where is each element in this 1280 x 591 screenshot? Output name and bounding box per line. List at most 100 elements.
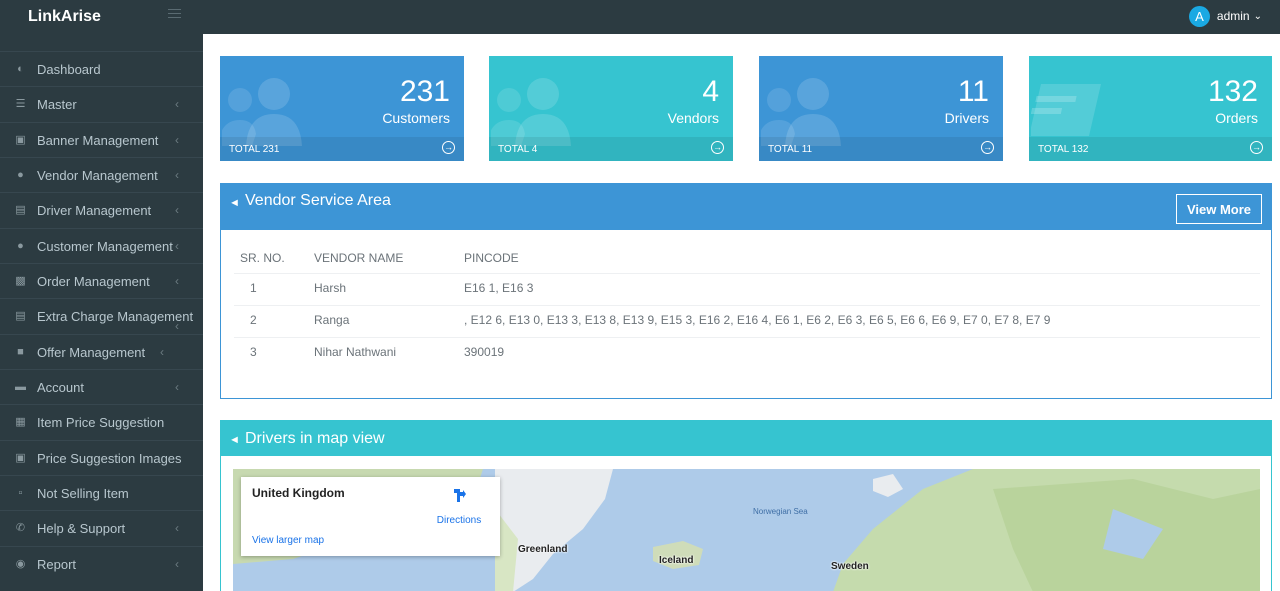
grid-icon: ▦: [15, 416, 26, 428]
brand-area: LinkArise: [0, 0, 203, 34]
stat-footer[interactable]: TOTAL 132 →: [1029, 137, 1272, 161]
user-icon: ●: [17, 169, 24, 181]
sidebar-toggle-icon[interactable]: [168, 9, 181, 21]
gift-icon: ■: [17, 346, 24, 358]
chevron-left-icon: ‹: [175, 239, 179, 253]
brand-logo[interactable]: LinkArise: [28, 8, 101, 26]
map-label-norwegian-sea: Norwegian Sea: [753, 507, 808, 516]
list-icon: ☰: [15, 98, 26, 110]
sidebar-item-not-selling-item[interactable]: ▫ Not Selling Item: [0, 475, 203, 510]
sidebar-item-offer-management[interactable]: ■ Offer Management ‹: [0, 334, 203, 369]
sidebar-item-label: Customer Management: [37, 239, 173, 254]
stat-number: 4: [702, 75, 719, 108]
sidebar-item-master[interactable]: ☰ Master ‹: [0, 86, 203, 121]
stat-footer-text: TOTAL 132: [1038, 144, 1089, 155]
chevron-left-icon: ‹: [175, 557, 179, 571]
stat-footer[interactable]: TOTAL 4 →: [489, 137, 733, 161]
table-cell-pincode: , E12 6, E13 0, E13 3, E13 8, E13 9, E15…: [464, 313, 1051, 327]
sidebar-item-vendor-management[interactable]: ● Vendor Management ‹: [0, 157, 203, 192]
stat-box-customers[interactable]: 231 Customers TOTAL 231 →: [220, 56, 464, 161]
sidebar-item-label: Order Management: [37, 274, 150, 289]
map-label-sweden: Sweden: [831, 561, 869, 572]
stat-footer-text: TOTAL 11: [768, 144, 813, 155]
sidebar-item-report[interactable]: ◉ Report ‹: [0, 546, 203, 581]
stat-label: Vendors: [667, 110, 719, 126]
stat-box-drivers[interactable]: 11 Drivers TOTAL 11 →: [759, 56, 1003, 161]
map-info-card: United Kingdom Directions View larger ma…: [241, 477, 500, 556]
chevron-left-icon: ‹: [160, 345, 164, 359]
arrow-right-circle-icon[interactable]: →: [442, 141, 455, 154]
sidebar-item-label: Help & Support: [37, 521, 126, 536]
table-cell-vendor-name: Ranga: [314, 313, 350, 327]
column-header-sr-no: SR. NO.: [240, 251, 285, 265]
table-cell-vendor-name: Nihar Nathwani: [314, 345, 397, 359]
row-divider: [234, 337, 1260, 338]
view-more-button[interactable]: View More: [1176, 194, 1262, 224]
stat-label: Orders: [1215, 110, 1258, 126]
user-name[interactable]: admin: [1217, 9, 1250, 23]
chevron-down-icon[interactable]: ⌄: [1254, 11, 1262, 22]
sidebar: ◐ Dashboard ☰ Master ‹ ▣ Banner Manageme…: [0, 34, 203, 591]
table-cell-sr-no: 2: [250, 313, 257, 327]
sidebar-item-driver-management[interactable]: ▤ Driver Management ‹: [0, 192, 203, 227]
sidebar-item-label: Extra Charge Management: [37, 309, 194, 324]
map-label-greenland: Greenland: [518, 544, 568, 555]
sidebar-item-banner-management[interactable]: ▣ Banner Management ‹: [0, 122, 203, 157]
chevron-left-icon: ‹: [175, 133, 179, 147]
directions-button[interactable]: Directions: [434, 487, 484, 528]
embedded-map[interactable]: Norwegian Sea Greenland Iceland Sweden U…: [233, 469, 1260, 591]
book-icon: ▩: [15, 275, 26, 287]
image-icon: ▣: [15, 452, 26, 464]
stat-footer[interactable]: TOTAL 11 →: [759, 137, 1003, 161]
sidebar-item-item-price-suggestion[interactable]: ▦ Item Price Suggestion: [0, 404, 203, 439]
dashboard-icon: ◐: [17, 63, 24, 75]
sidebar-item-label: Account: [37, 380, 84, 395]
directions-icon: [454, 489, 466, 502]
arrow-right-circle-icon[interactable]: →: [711, 141, 724, 154]
sidebar-item-customer-management[interactable]: ● Customer Management ‹: [0, 228, 203, 263]
chevron-left-icon: ‹: [175, 97, 179, 111]
sidebar-item-label: Item Price Suggestion: [37, 415, 165, 430]
column-header-pincode: PINCODE: [464, 251, 519, 265]
stat-box-orders[interactable]: 132 Orders TOTAL 132 →: [1029, 56, 1272, 161]
stat-label: Drivers: [944, 110, 989, 126]
stat-box-vendors[interactable]: 4 Vendors TOTAL 4 →: [489, 56, 733, 161]
chevron-left-icon: ‹: [175, 380, 179, 394]
stat-number: 231: [399, 75, 450, 108]
avatar[interactable]: A: [1188, 5, 1210, 27]
stat-footer[interactable]: TOTAL 231 →: [220, 137, 464, 161]
user-menu[interactable]: A admin ⌄: [1188, 5, 1262, 27]
sidebar-item-label: Dashboard: [37, 62, 101, 77]
sidebar-item-price-suggestion-images[interactable]: ▣ Price Suggestion Images: [0, 440, 203, 475]
list-alt-icon: ▤: [15, 310, 26, 322]
sidebar-item-dashboard[interactable]: ◐ Dashboard: [0, 51, 203, 86]
inbox-icon: ▤: [15, 204, 26, 216]
user-icon: ●: [17, 240, 24, 252]
view-larger-map-link[interactable]: View larger map: [252, 535, 324, 546]
sidebar-item-label: Not Selling Item: [37, 486, 129, 501]
table-cell-pincode: 390019: [464, 345, 505, 359]
map-place-title: United Kingdom: [252, 486, 345, 500]
sidebar-item-order-management[interactable]: ▩ Order Management ‹: [0, 263, 203, 298]
column-header-vendor-name: VENDOR NAME: [314, 251, 404, 265]
panel-header: ◄ Drivers in map view: [221, 421, 1271, 456]
directions-label: Directions: [436, 515, 482, 526]
table-cell-vendor-name: Harsh: [314, 281, 347, 295]
sidebar-item-label: Offer Management: [37, 345, 146, 360]
sidebar-item-label: Price Suggestion Images: [37, 451, 182, 466]
sidebar-item-extra-charge-management[interactable]: ▤ Extra Charge Management ‹: [0, 298, 203, 333]
panel-header: ◄ Vendor Service Area View More: [221, 184, 1271, 230]
top-navbar: LinkArise A admin ⌄: [0, 0, 1280, 34]
sidebar-item-label: Banner Management: [37, 133, 159, 148]
bullhorn-icon: ◄: [229, 197, 240, 209]
arrow-right-circle-icon[interactable]: →: [981, 141, 994, 154]
stat-label: Customers: [382, 110, 450, 126]
stat-footer-text: TOTAL 4: [498, 144, 538, 155]
table-cell-sr-no: 3: [250, 345, 257, 359]
sidebar-item-help-support[interactable]: ✆ Help & Support ‹: [0, 510, 203, 545]
arrow-right-circle-icon[interactable]: →: [1250, 141, 1263, 154]
sidebar-item-account[interactable]: ▬ Account ‹: [0, 369, 203, 404]
table-cell-pincode: E16 1, E16 3: [464, 281, 534, 295]
table-cell-sr-no: 1: [250, 281, 257, 295]
sidebar-item-label: Driver Management: [37, 203, 152, 218]
